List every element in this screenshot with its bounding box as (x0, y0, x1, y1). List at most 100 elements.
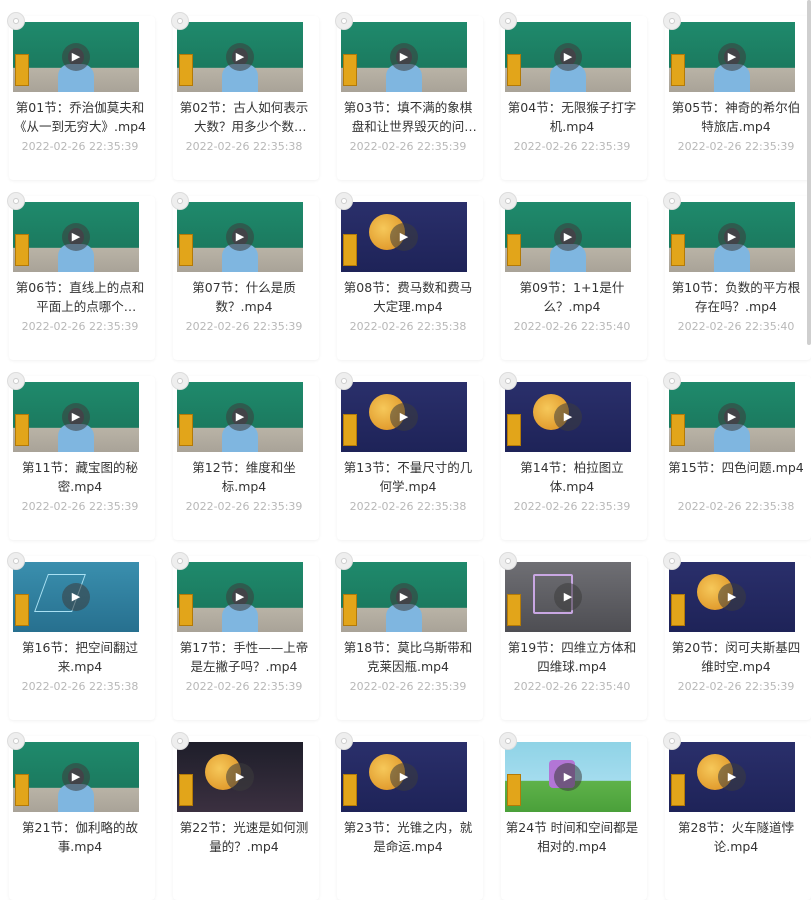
video-thumbnail[interactable]: ▶ (341, 202, 467, 272)
select-checkbox-icon[interactable] (499, 12, 517, 30)
video-thumbnail[interactable]: ▶ (177, 562, 303, 632)
video-thumbnail[interactable]: ▶ (13, 22, 139, 92)
video-card[interactable]: ▶ 第28节：火车隧道悖论.mp4 (663, 732, 811, 900)
select-checkbox-icon[interactable] (663, 732, 681, 750)
video-card[interactable]: ▶ 第08节：费马数和费马大定理.mp4 2022-02-26 22:35:38 (335, 192, 483, 360)
video-thumbnail[interactable]: ▶ (177, 202, 303, 272)
play-icon[interactable]: ▶ (718, 403, 746, 431)
select-checkbox-icon[interactable] (663, 192, 681, 210)
select-checkbox-icon[interactable] (499, 552, 517, 570)
play-icon[interactable]: ▶ (390, 583, 418, 611)
play-icon[interactable]: ▶ (62, 223, 90, 251)
video-card[interactable]: ▶ 第24节 时间和空间都是相对的.mp4 (499, 732, 647, 900)
video-card[interactable]: ▶ 第07节：什么是质数？.mp4 2022-02-26 22:35:39 (171, 192, 319, 360)
video-thumbnail[interactable]: ▶ (341, 742, 467, 812)
video-thumbnail[interactable]: ▶ (177, 742, 303, 812)
video-card[interactable]: ▶ 第06节：直线上的点和平面上的点哪个多？.mp4 2022-02-26 22:3… (7, 192, 155, 360)
play-icon[interactable]: ▶ (62, 403, 90, 431)
play-icon[interactable]: ▶ (718, 43, 746, 71)
video-card[interactable]: ▶ 第09节：1+1是什么？.mp4 2022-02-26 22:35:40 (499, 192, 647, 360)
select-checkbox-icon[interactable] (171, 12, 189, 30)
play-icon[interactable]: ▶ (718, 583, 746, 611)
select-checkbox-icon[interactable] (171, 372, 189, 390)
select-checkbox-icon[interactable] (499, 372, 517, 390)
play-icon[interactable]: ▶ (226, 403, 254, 431)
select-checkbox-icon[interactable] (499, 192, 517, 210)
video-thumbnail[interactable]: ▶ (13, 742, 139, 812)
select-checkbox-icon[interactable] (7, 552, 25, 570)
play-icon[interactable]: ▶ (390, 763, 418, 791)
play-icon[interactable]: ▶ (62, 43, 90, 71)
video-thumbnail[interactable]: ▶ (505, 22, 631, 92)
video-thumbnail[interactable]: ▶ (669, 22, 795, 92)
video-card[interactable]: ▶ 第21节：伽利略的故事.mp4 (7, 732, 155, 900)
play-icon[interactable]: ▶ (62, 583, 90, 611)
select-checkbox-icon[interactable] (171, 732, 189, 750)
play-icon[interactable]: ▶ (554, 43, 582, 71)
video-card[interactable]: ▶ 第19节：四维立方体和四维球.mp4 2022-02-26 22:35:40 (499, 552, 647, 720)
video-card[interactable]: ▶ 第02节：古人如何表示大数？用多少个数字？.mp4 2022-02-26 22:… (171, 12, 319, 180)
video-thumbnail[interactable]: ▶ (341, 382, 467, 452)
select-checkbox-icon[interactable] (335, 552, 353, 570)
play-icon[interactable]: ▶ (390, 43, 418, 71)
video-thumbnail[interactable]: ▶ (13, 202, 139, 272)
video-thumbnail[interactable]: ▶ (505, 382, 631, 452)
video-thumbnail[interactable]: ▶ (505, 742, 631, 812)
play-icon[interactable]: ▶ (226, 223, 254, 251)
select-checkbox-icon[interactable] (7, 12, 25, 30)
select-checkbox-icon[interactable] (335, 372, 353, 390)
select-checkbox-icon[interactable] (663, 552, 681, 570)
select-checkbox-icon[interactable] (7, 732, 25, 750)
video-card[interactable]: ▶ 第03节：填不满的象棋盘和让世界毁灭的问题.mp4 2022-02-26 22:… (335, 12, 483, 180)
video-thumbnail[interactable]: ▶ (669, 742, 795, 812)
video-thumbnail[interactable]: ▶ (505, 562, 631, 632)
video-card[interactable]: ▶ 第22节：光速是如何测量的？.mp4 (171, 732, 319, 900)
select-checkbox-icon[interactable] (171, 192, 189, 210)
select-checkbox-icon[interactable] (7, 192, 25, 210)
play-icon[interactable]: ▶ (554, 223, 582, 251)
play-icon[interactable]: ▶ (226, 583, 254, 611)
video-card[interactable]: ▶ 第20节：闵可夫斯基四维时空.mp4 2022-02-26 22:35:39 (663, 552, 811, 720)
video-card[interactable]: ▶ 第12节：维度和坐标.mp4 2022-02-26 22:35:39 (171, 372, 319, 540)
scrollbar[interactable] (807, 0, 811, 345)
play-icon[interactable]: ▶ (226, 43, 254, 71)
play-icon[interactable]: ▶ (554, 403, 582, 431)
select-checkbox-icon[interactable] (663, 372, 681, 390)
play-icon[interactable]: ▶ (226, 763, 254, 791)
video-card[interactable]: ▶ 第16节：把空间翻过来.mp4 2022-02-26 22:35:38 (7, 552, 155, 720)
video-thumbnail[interactable]: ▶ (177, 382, 303, 452)
video-card[interactable]: ▶ 第15节：四色问题.mp4 2022-02-26 22:35:38 (663, 372, 811, 540)
video-card[interactable]: ▶ 第13节：不量尺寸的几何学.mp4 2022-02-26 22:35:38 (335, 372, 483, 540)
video-card[interactable]: ▶ 第18节：莫比乌斯带和克莱因瓶.mp4 2022-02-26 22:35:39 (335, 552, 483, 720)
select-checkbox-icon[interactable] (663, 12, 681, 30)
play-icon[interactable]: ▶ (390, 403, 418, 431)
video-thumbnail[interactable]: ▶ (13, 562, 139, 632)
select-checkbox-icon[interactable] (499, 732, 517, 750)
video-thumbnail[interactable]: ▶ (13, 382, 139, 452)
video-card[interactable]: ▶ 第10节：负数的平方根存在吗？.mp4 2022-02-26 22:35:40 (663, 192, 811, 360)
video-thumbnail[interactable]: ▶ (177, 22, 303, 92)
video-thumbnail[interactable]: ▶ (669, 382, 795, 452)
video-card[interactable]: ▶ 第17节：手性——上帝是左撇子吗？.mp4 2022-02-26 22:35:3… (171, 552, 319, 720)
video-thumbnail[interactable]: ▶ (669, 202, 795, 272)
video-card[interactable]: ▶ 第05节：神奇的希尔伯特旅店.mp4 2022-02-26 22:35:39 (663, 12, 811, 180)
video-card[interactable]: ▶ 第04节：无限猴子打字机.mp4 2022-02-26 22:35:39 (499, 12, 647, 180)
select-checkbox-icon[interactable] (335, 192, 353, 210)
video-card[interactable]: ▶ 第23节：光锥之内，就是命运.mp4 (335, 732, 483, 900)
video-thumbnail[interactable]: ▶ (341, 562, 467, 632)
video-card[interactable]: ▶ 第01节：乔治伽莫夫和《从一到无穷大》.mp4 2022-02-26 22:35… (7, 12, 155, 180)
play-icon[interactable]: ▶ (554, 583, 582, 611)
video-thumbnail[interactable]: ▶ (341, 22, 467, 92)
play-icon[interactable]: ▶ (718, 763, 746, 791)
video-thumbnail[interactable]: ▶ (669, 562, 795, 632)
video-card[interactable]: ▶ 第11节：藏宝图的秘密.mp4 2022-02-26 22:35:39 (7, 372, 155, 540)
select-checkbox-icon[interactable] (171, 552, 189, 570)
play-icon[interactable]: ▶ (718, 223, 746, 251)
play-icon[interactable]: ▶ (390, 223, 418, 251)
video-card[interactable]: ▶ 第14节：柏拉图立体.mp4 2022-02-26 22:35:39 (499, 372, 647, 540)
play-icon[interactable]: ▶ (62, 763, 90, 791)
select-checkbox-icon[interactable] (7, 372, 25, 390)
select-checkbox-icon[interactable] (335, 12, 353, 30)
play-icon[interactable]: ▶ (554, 763, 582, 791)
select-checkbox-icon[interactable] (335, 732, 353, 750)
